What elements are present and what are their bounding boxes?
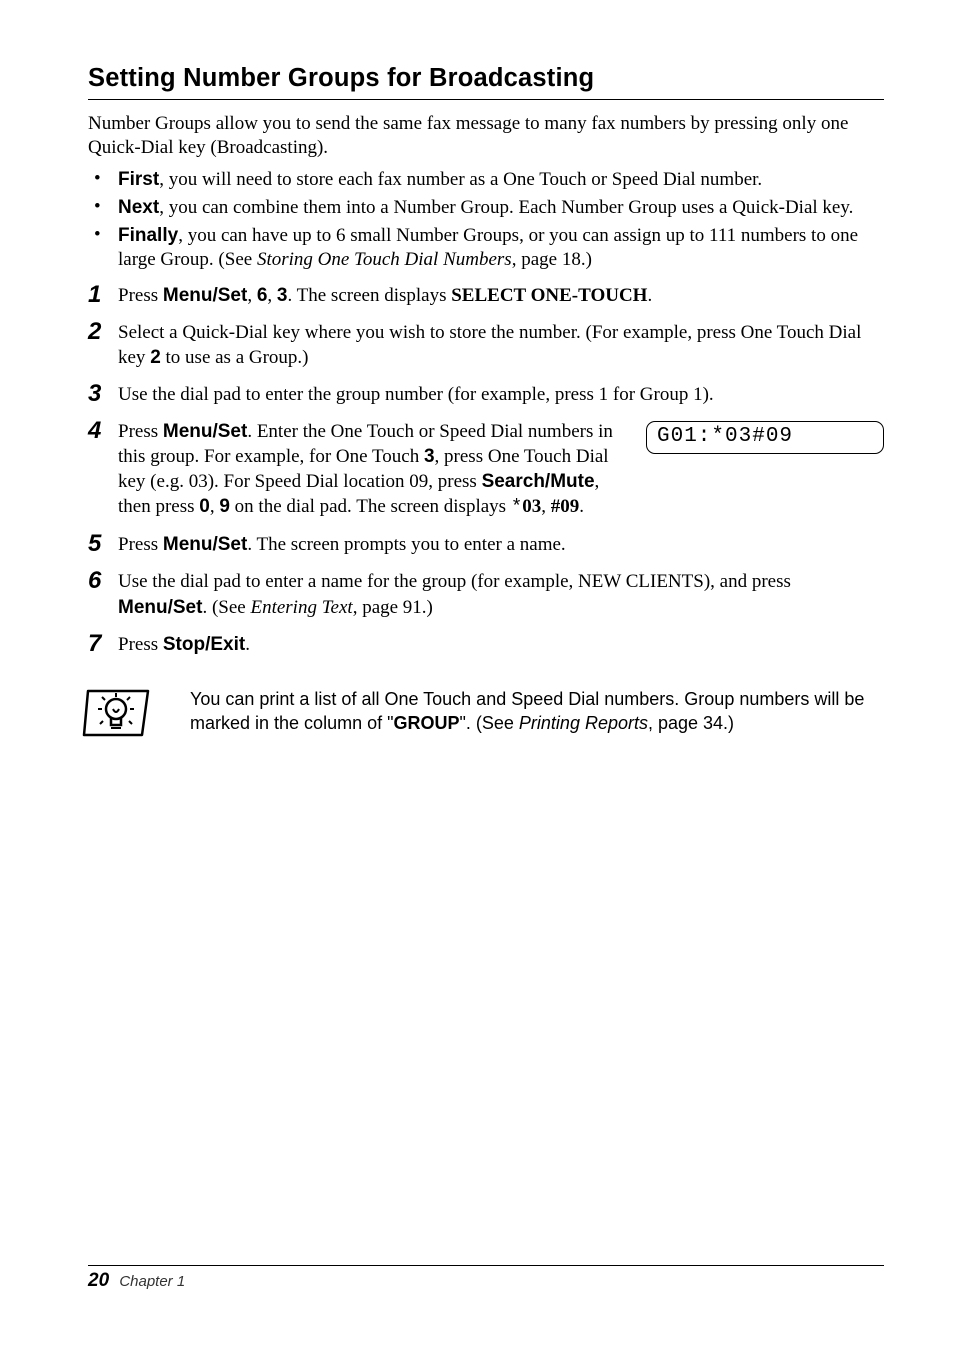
chapter-label: Chapter 1 (119, 1273, 185, 1290)
key-6: 6 (257, 285, 268, 306)
step-7: 7 Press Stop/Exit. (88, 632, 884, 657)
note-group-label: GROUP (393, 713, 459, 733)
key-menu-set: Menu/Set (118, 597, 202, 618)
key-menu-set: Menu/Set (163, 421, 247, 442)
step-6: 6 Use the dial pad to enter a name for t… (88, 569, 884, 619)
step-number: 2 (88, 316, 101, 348)
ref-entering-text: Entering Text (250, 597, 352, 618)
bullet-lead: First (118, 169, 159, 190)
bullet-lead: Next (118, 197, 159, 218)
step-list: 1 Press Menu/Set, 6, 3. The screen displ… (88, 283, 884, 657)
key-2: 2 (150, 347, 161, 368)
bullet-list: First, you will need to store each fax n… (88, 168, 884, 273)
bullet-rest: , you can combine them into a Number Gro… (159, 197, 853, 218)
star-symbol: * (511, 496, 522, 518)
step-text: Press (118, 285, 163, 306)
bullet-rest: , you will need to store each fax number… (159, 169, 762, 190)
step-5: 5 Press Menu/Set. The screen prompts you… (88, 532, 884, 557)
bullet-lead: Finally (118, 225, 178, 246)
step-number: 7 (88, 628, 101, 660)
step-1: 1 Press Menu/Set, 6, 3. The screen displ… (88, 283, 884, 308)
code-03: 03 (522, 496, 541, 517)
note-text: You can print a list of all One Touch an… (190, 685, 884, 736)
code-09: #09 (551, 496, 580, 517)
key-stop-exit: Stop/Exit (163, 634, 245, 655)
heading-rule (88, 99, 884, 100)
step-3: 3 Use the dial pad to enter the group nu… (88, 382, 884, 407)
key-menu-set: Menu/Set (163, 285, 247, 306)
key-menu-set: Menu/Set (163, 534, 247, 555)
step-text: Press Menu/Set. Enter the One Touch or S… (118, 419, 646, 520)
key-3: 3 (424, 446, 435, 467)
bullet-rest: , page 18.) (512, 249, 592, 270)
page-footer: 20 Chapter 1 (88, 1265, 884, 1292)
bullet-item: Next, you can combine them into a Number… (88, 196, 884, 220)
key-0: 0 (199, 496, 210, 517)
ref-printing-reports: Printing Reports (519, 713, 648, 733)
bullet-item: First, you will need to store each fax n… (88, 168, 884, 192)
page-number: 20 (88, 1270, 109, 1291)
bullet-item: Finally, you can have up to 6 small Numb… (88, 224, 884, 273)
key-search-mute: Search/Mute (482, 471, 595, 492)
step-text: Press (118, 534, 163, 555)
key-3: 3 (277, 285, 288, 306)
step-number: 1 (88, 279, 101, 311)
key-9: 9 (219, 496, 230, 517)
step-4: 4 Press Menu/Set. Enter the One Touch or… (88, 419, 884, 520)
intro-paragraph: Number Groups allow you to send the same… (88, 112, 884, 160)
step-number: 5 (88, 528, 101, 560)
step-text: Use the dial pad to enter the group numb… (118, 384, 714, 405)
lcd-display: G01:*03#09 (646, 421, 884, 454)
page: Setting Number Groups for Broadcasting N… (0, 0, 954, 1352)
step-number: 3 (88, 378, 101, 410)
step-number: 6 (88, 565, 101, 597)
step-2: 2 Select a Quick-Dial key where you wish… (88, 320, 884, 370)
lightbulb-icon (82, 685, 154, 746)
bullet-ref: Storing One Touch Dial Numbers (257, 249, 512, 270)
screen-text: SELECT ONE-TOUCH (451, 285, 647, 306)
section-heading: Setting Number Groups for Broadcasting (88, 64, 884, 93)
step-number: 4 (88, 415, 101, 447)
note: You can print a list of all One Touch an… (88, 685, 884, 746)
step-text: Use the dial pad to enter a name for the… (118, 571, 791, 592)
step-text: Press (118, 634, 163, 655)
